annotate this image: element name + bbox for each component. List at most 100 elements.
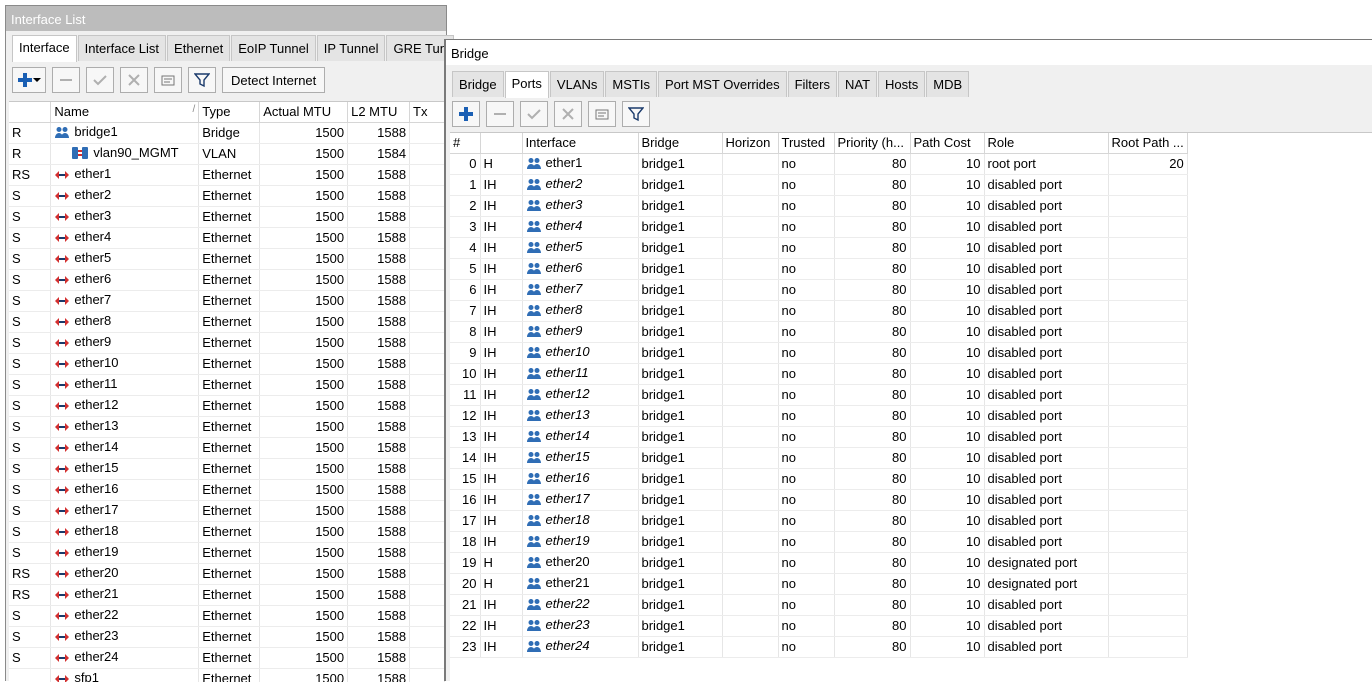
table-row[interactable]: 19Hether20bridge1no8010designated port xyxy=(450,552,1187,573)
table-row[interactable]: Sether15Ethernet15001588 xyxy=(9,458,445,479)
table-row[interactable]: 3IHether4bridge1no8010disabled port xyxy=(450,216,1187,237)
row-flags: IH xyxy=(480,321,522,342)
table-row[interactable]: RSether20Ethernet15001588 xyxy=(9,563,445,584)
column-header-number[interactable]: # xyxy=(450,133,480,153)
table-row[interactable]: Sether18Ethernet15001588 xyxy=(9,521,445,542)
filter-button[interactable] xyxy=(188,67,216,93)
column-header-interface[interactable]: Interface xyxy=(522,133,638,153)
table-row[interactable]: 18IHether19bridge1no8010disabled port xyxy=(450,531,1187,552)
table-row[interactable]: Sether12Ethernet15001588 xyxy=(9,395,445,416)
tab-vlans[interactable]: VLANs xyxy=(550,71,604,97)
table-row[interactable]: 22IHether23bridge1no8010disabled port xyxy=(450,615,1187,636)
table-row[interactable]: Sether9Ethernet15001588 xyxy=(9,332,445,353)
table-row[interactable]: 11IHether12bridge1no8010disabled port xyxy=(450,384,1187,405)
remove-button[interactable] xyxy=(486,101,514,127)
detect-internet-button[interactable]: Detect Internet xyxy=(222,67,325,93)
table-row[interactable]: 14IHether15bridge1no8010disabled port xyxy=(450,447,1187,468)
tab-ip-tunnel[interactable]: IP Tunnel xyxy=(317,35,386,61)
table-row[interactable]: Sether10Ethernet15001588 xyxy=(9,353,445,374)
column-header-type[interactable]: Type xyxy=(199,102,260,122)
table-row[interactable]: Sether22Ethernet15001588 xyxy=(9,605,445,626)
enable-button[interactable] xyxy=(86,67,114,93)
table-row[interactable]: Rvlan90_MGMTVLAN15001584 xyxy=(9,143,445,164)
column-header-trusted[interactable]: Trusted xyxy=(778,133,834,153)
table-row[interactable]: Sether4Ethernet15001588 xyxy=(9,227,445,248)
tab-eoip-tunnel[interactable]: EoIP Tunnel xyxy=(231,35,316,61)
add-button[interactable] xyxy=(452,101,480,127)
column-header-flags[interactable] xyxy=(480,133,522,153)
window-title-interface-list[interactable]: Interface List xyxy=(6,6,446,31)
table-row[interactable]: Rbridge1Bridge15001588 xyxy=(9,122,445,143)
column-header-path-cost[interactable]: Path Cost xyxy=(910,133,984,153)
table-row[interactable]: 1IHether2bridge1no8010disabled port xyxy=(450,174,1187,195)
table-row[interactable]: Sether3Ethernet15001588 xyxy=(9,206,445,227)
column-header-role[interactable]: Role xyxy=(984,133,1108,153)
column-header-root-path-cost[interactable]: Root Path ... xyxy=(1108,133,1187,153)
add-menu-button[interactable] xyxy=(12,67,46,93)
row-interface: ether5 xyxy=(522,237,638,258)
table-row[interactable]: Sether2Ethernet15001588 xyxy=(9,185,445,206)
table-row[interactable]: Sether8Ethernet15001588 xyxy=(9,311,445,332)
table-row[interactable]: Sether16Ethernet15001588 xyxy=(9,479,445,500)
table-row[interactable]: 12IHether13bridge1no8010disabled port xyxy=(450,405,1187,426)
comment-button[interactable] xyxy=(154,67,182,93)
tab-mstis[interactable]: MSTIs xyxy=(605,71,657,97)
column-header-l2-mtu[interactable]: L2 MTU xyxy=(348,102,410,122)
column-header-priority[interactable]: Priority (h... xyxy=(834,133,910,153)
table-row[interactable]: Sether24Ethernet15001588 xyxy=(9,647,445,668)
tab-mdb[interactable]: MDB xyxy=(926,71,969,97)
tab-bridge[interactable]: Bridge xyxy=(452,71,504,97)
table-row[interactable]: Sether13Ethernet15001588 xyxy=(9,416,445,437)
column-header-horizon[interactable]: Horizon xyxy=(722,133,778,153)
table-row[interactable]: 20Hether21bridge1no8010designated port xyxy=(450,573,1187,594)
enable-button[interactable] xyxy=(520,101,548,127)
table-row[interactable]: Sether17Ethernet15001588 xyxy=(9,500,445,521)
table-row[interactable]: 2IHether3bridge1no8010disabled port xyxy=(450,195,1187,216)
window-title-bridge[interactable]: Bridge xyxy=(446,40,1372,65)
tab-nat[interactable]: NAT xyxy=(838,71,877,97)
column-header-tx[interactable]: Tx xyxy=(410,102,445,122)
table-row[interactable]: 13IHether14bridge1no8010disabled port xyxy=(450,426,1187,447)
table-row[interactable]: Sether23Ethernet15001588 xyxy=(9,626,445,647)
table-row[interactable]: 4IHether5bridge1no8010disabled port xyxy=(450,237,1187,258)
table-row[interactable]: Sether14Ethernet15001588 xyxy=(9,437,445,458)
comment-button[interactable] xyxy=(588,101,616,127)
table-row[interactable]: Sether5Ethernet15001588 xyxy=(9,248,445,269)
tab-interface-list[interactable]: Interface List xyxy=(78,35,166,61)
table-row[interactable]: Sether19Ethernet15001588 xyxy=(9,542,445,563)
column-header-bridge[interactable]: Bridge xyxy=(638,133,722,153)
table-row[interactable]: RSether1Ethernet15001588 xyxy=(9,164,445,185)
table-row[interactable]: 10IHether11bridge1no8010disabled port xyxy=(450,363,1187,384)
table-row[interactable]: 0Hether1bridge1no8010root port20 xyxy=(450,153,1187,174)
tab-interface[interactable]: Interface xyxy=(12,35,77,62)
tab-port-mst-overrides[interactable]: Port MST Overrides xyxy=(658,71,787,97)
tab-ethernet[interactable]: Ethernet xyxy=(167,35,230,61)
table-row[interactable]: 7IHether8bridge1no8010disabled port xyxy=(450,300,1187,321)
tab-hosts[interactable]: Hosts xyxy=(878,71,925,97)
table-row[interactable]: 5IHether6bridge1no8010disabled port xyxy=(450,258,1187,279)
table-row[interactable]: 8IHether9bridge1no8010disabled port xyxy=(450,321,1187,342)
table-row[interactable]: 21IHether22bridge1no8010disabled port xyxy=(450,594,1187,615)
disable-button[interactable] xyxy=(554,101,582,127)
table-row[interactable]: 23IHether24bridge1no8010disabled port xyxy=(450,636,1187,657)
table-row[interactable]: Sether6Ethernet15001588 xyxy=(9,269,445,290)
column-header-actual-mtu[interactable]: Actual MTU xyxy=(260,102,348,122)
table-row[interactable]: 16IHether17bridge1no8010disabled port xyxy=(450,489,1187,510)
disable-button[interactable] xyxy=(120,67,148,93)
row-priority: 80 xyxy=(834,531,910,552)
table-row[interactable]: 9IHether10bridge1no8010disabled port xyxy=(450,342,1187,363)
table-row[interactable]: 15IHether16bridge1no8010disabled port xyxy=(450,468,1187,489)
tab-filters[interactable]: Filters xyxy=(788,71,837,97)
remove-button[interactable] xyxy=(52,67,80,93)
column-header-name[interactable]: Name/ xyxy=(51,102,199,122)
table-row[interactable]: RSether21Ethernet15001588 xyxy=(9,584,445,605)
row-type: Bridge xyxy=(199,122,260,143)
table-row[interactable]: Sether11Ethernet15001588 xyxy=(9,374,445,395)
table-row[interactable]: 6IHether7bridge1no8010disabled port xyxy=(450,279,1187,300)
table-row[interactable]: sfp1Ethernet15001588 xyxy=(9,668,445,682)
table-row[interactable]: 17IHether18bridge1no8010disabled port xyxy=(450,510,1187,531)
table-row[interactable]: Sether7Ethernet15001588 xyxy=(9,290,445,311)
filter-button[interactable] xyxy=(622,101,650,127)
column-header-flags[interactable] xyxy=(9,102,51,122)
tab-ports[interactable]: Ports xyxy=(505,71,549,98)
